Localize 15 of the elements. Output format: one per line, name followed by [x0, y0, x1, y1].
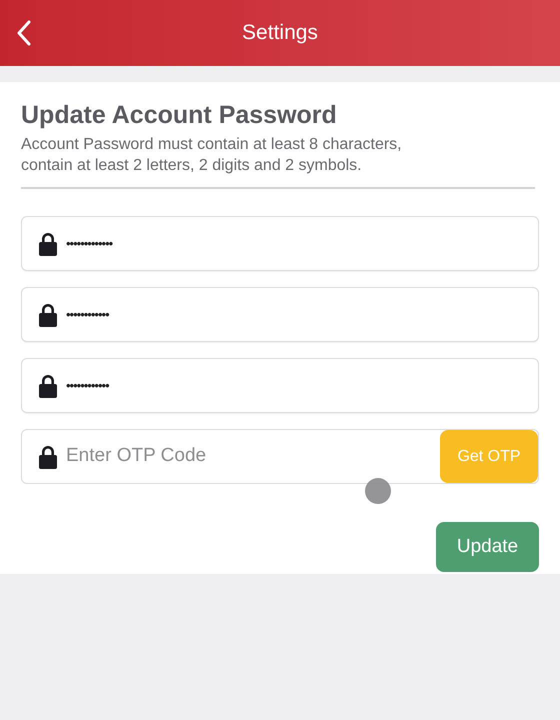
- masked-password: •••••••••••••: [66, 234, 112, 253]
- password-field[interactable]: ••••••••••••: [21, 287, 539, 342]
- back-icon: [16, 20, 32, 46]
- password-field[interactable]: •••••••••••••: [21, 216, 539, 271]
- section-description: Account Password must contain at least 8 characters, contain at least 2 letters, 2 digits and 2 symbols.: [21, 135, 403, 176]
- password-field[interactable]: ••••••••••••: [21, 358, 539, 413]
- touch-indicator: [365, 478, 391, 504]
- masked-password: ••••••••••••: [66, 376, 109, 395]
- lock-icon: [38, 374, 58, 398]
- masked-password: ••••••••••••: [66, 306, 109, 324]
- lock-icon: [38, 444, 58, 468]
- section-title: Update Account Password: [21, 100, 338, 130]
- lock-icon: [38, 232, 58, 256]
- lock-icon: [38, 302, 58, 326]
- header-title: Settings: [242, 20, 318, 46]
